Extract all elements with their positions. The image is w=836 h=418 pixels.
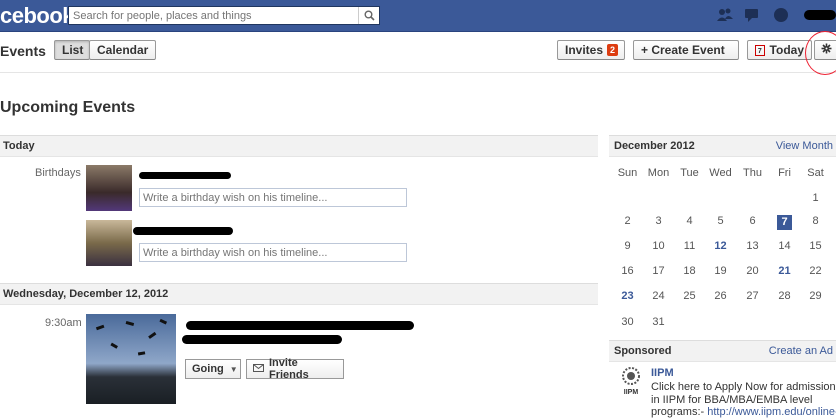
list-view-button[interactable]: List [54,40,90,60]
sponsored-title: Sponsored [614,345,672,357]
calendar-month-title: December 2012 [614,140,695,152]
going-button[interactable]: Going ▼ [185,359,241,379]
ad-text-line2: in IIPM for BBA/MBA/EMBA level [651,394,813,406]
ad-logo-text: IIPM [623,389,639,396]
calendar-day[interactable]: 6 [737,215,768,227]
redacted-name [133,227,233,235]
invites-button[interactable]: Invites 2 [557,40,625,60]
calendar-day[interactable]: 24 [643,290,674,302]
birthday-wish-input[interactable] [139,243,407,262]
calendar-day[interactable]: 18 [674,265,705,277]
ad-logo[interactable]: IIPM [620,366,642,396]
create-event-label: + Create Event [641,43,725,57]
weekday-label: Sun [617,167,638,179]
list-label: List [62,43,84,57]
search-icon[interactable] [358,7,379,24]
section-date-label: Wednesday, December 12, 2012 [3,288,169,300]
invite-friends-label: Invite Friends [269,357,309,381]
birthday-wish-input[interactable] [139,188,407,207]
birthdays-label: Birthdays [35,167,81,179]
calendar-day[interactable]: 16 [612,265,643,277]
calendar-day[interactable]: 27 [737,290,768,302]
page-title: Events [0,43,46,59]
view-month-link[interactable]: View Month [776,140,833,152]
calendar-day[interactable]: 12 [705,240,736,252]
ad-text-line3: programs:- http://www.iipm.edu/online- [651,406,836,418]
top-navigation-bar: cebook [0,0,836,32]
weekday-label: Fri [778,167,791,179]
search-input[interactable] [69,7,365,24]
redacted-event-title [186,321,414,330]
section-today-label: Today [3,140,35,152]
redacted-event-details [182,335,342,344]
calendar-day[interactable]: 3 [643,215,674,227]
calendar-day[interactable]: 19 [705,265,736,277]
calendar-day[interactable]: 25 [674,290,705,302]
event-time: 9:30am [45,317,82,329]
upcoming-events-title: Upcoming Events [0,99,136,116]
calendar-day[interactable]: 8 [800,215,831,227]
going-label: Going [192,363,224,375]
calendar-day[interactable]: 13 [737,240,768,252]
calendar-day[interactable]: 1 [800,192,831,204]
section-header-date: Wednesday, December 12, 2012 [0,283,598,305]
calendar-day[interactable]: 7 [769,215,800,230]
weekday-label: Tue [680,167,699,179]
search-box[interactable] [68,6,380,25]
calendar-day[interactable]: 17 [643,265,674,277]
calendar-day[interactable]: 21 [769,265,800,277]
create-ad-link[interactable]: Create an Ad [769,345,833,357]
event-photo[interactable] [86,314,176,404]
avatar[interactable] [86,165,132,211]
calendar-today-marker: 7 [777,215,792,230]
ad-link[interactable]: http://www.iipm.edu/online- [707,406,836,418]
calendar-day[interactable]: 26 [705,290,736,302]
calendar-day[interactable]: 23 [612,290,643,302]
ad-text-line1: Click here to Apply Now for admissions [651,381,836,393]
calendar-view-button[interactable]: Calendar [89,40,156,60]
ad-text-prefix: programs:- [651,406,708,418]
chevron-down-icon: ▼ [229,364,238,374]
invite-friends-button[interactable]: Invite Friends [246,357,344,381]
calendar-day[interactable]: 4 [674,215,705,227]
calendar-day[interactable]: 29 [800,290,831,302]
calendar-day[interactable]: 14 [769,240,800,252]
calendar-day[interactable]: 20 [737,265,768,277]
redacted-username [804,10,836,20]
create-event-button[interactable]: + Create Event [633,40,739,60]
facebook-logo[interactable]: cebook [0,3,75,29]
events-header: Events List Calendar Invites 2 + Create … [0,32,836,73]
ad-title[interactable]: IIPM [651,367,674,379]
notifications-icon[interactable] [772,6,790,24]
calendar-day[interactable]: 11 [674,240,705,252]
calendar-day[interactable]: 30 [612,316,643,328]
friend-requests-icon[interactable] [716,6,734,24]
section-header-today: Today [0,135,598,157]
envelope-icon [253,363,264,375]
today-button[interactable]: 7 Today [747,40,812,60]
weekday-label: Mon [647,167,670,179]
calendar-day[interactable]: 22 [800,265,831,277]
calendar-day[interactable]: 15 [800,240,831,252]
calendar-day[interactable]: 9 [612,240,643,252]
redacted-name [139,172,231,179]
weekday-label: Wed [709,167,732,179]
calendar-day[interactable]: 2 [612,215,643,227]
calendar-day[interactable]: 10 [643,240,674,252]
invites-count-badge: 2 [607,44,619,56]
today-label: Today [769,43,804,57]
calendar-day[interactable]: 31 [643,316,674,328]
calendar-day[interactable]: 5 [705,215,736,227]
calendar-header: December 2012 View Month [609,135,836,157]
avatar[interactable] [86,220,132,266]
calendar-day[interactable]: 28 [769,290,800,302]
sponsored-header: Sponsored Create an Ad [609,340,836,362]
messages-icon[interactable] [744,6,762,24]
calendar-icon: 7 [755,44,765,56]
calendar-label: Calendar [97,43,149,57]
invites-label: Invites [565,43,604,57]
weekday-label: Sat [807,167,824,179]
weekday-label: Thu [743,167,762,179]
